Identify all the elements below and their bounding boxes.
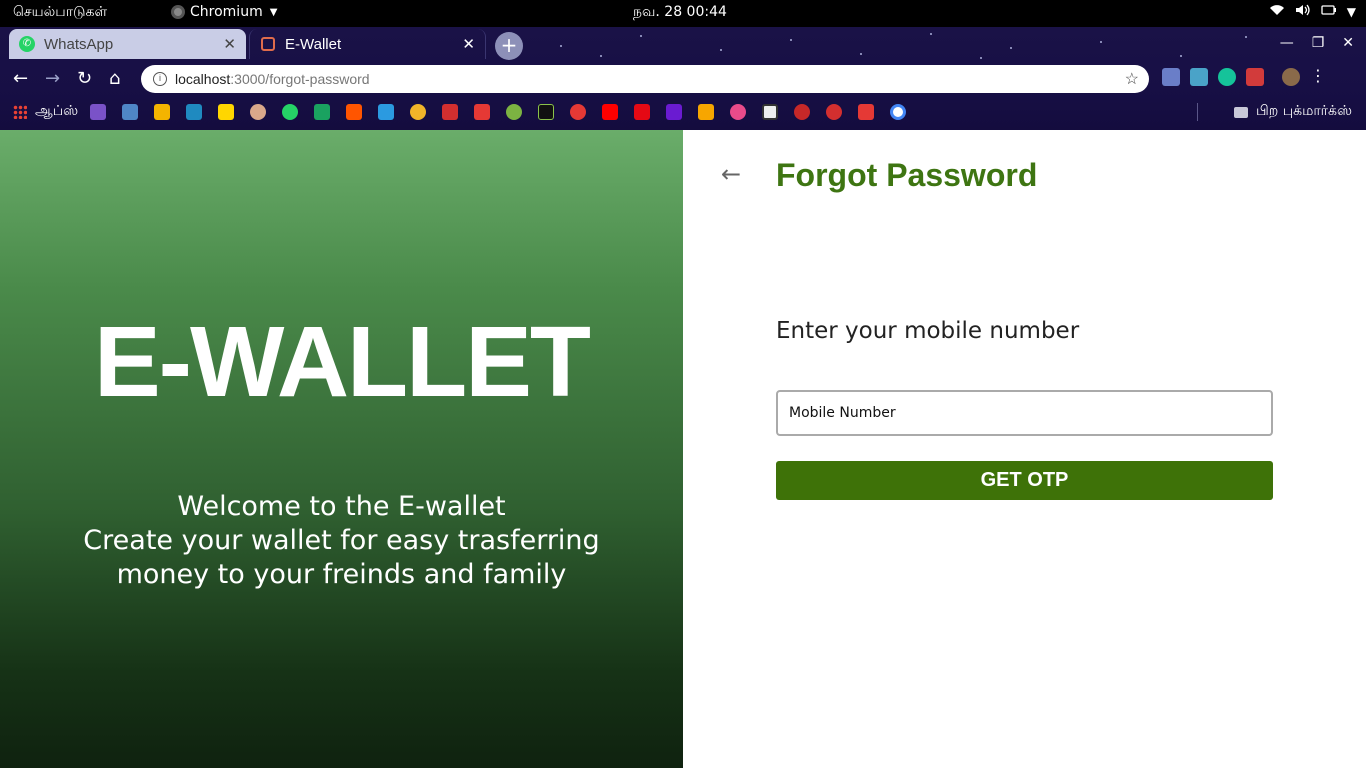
bookmark-icon[interactable]: [90, 104, 107, 120]
welcome-line: Create your wallet for easy trasferring: [83, 525, 600, 556]
youtube-icon[interactable]: [602, 104, 619, 120]
welcome-line: Welcome to the E-wallet: [177, 491, 506, 522]
bookmark-apps[interactable]: ஆப்ஸ்: [13, 103, 78, 121]
welcome-line: money to your freinds and family: [116, 559, 567, 590]
ewallet-favicon: [260, 36, 276, 52]
system-top-bar: செயல்பாடுகள் Chromium ▼ நவ. 28 00:44 ▼: [0, 0, 1366, 27]
profile-avatar[interactable]: [1282, 68, 1300, 86]
apps-label: ஆப்ஸ்: [35, 103, 79, 119]
wifi-icon: [1269, 4, 1285, 19]
volume-icon: [1295, 4, 1311, 19]
home-icon[interactable]: ⌂: [109, 68, 120, 89]
mobile-number-input[interactable]: [776, 390, 1273, 436]
soundcloud-icon[interactable]: [346, 104, 363, 120]
activities-button[interactable]: செயல்பாடுகள்: [13, 4, 107, 22]
tab-whatsapp[interactable]: ✆ WhatsApp ✕: [9, 29, 246, 59]
bookmark-icon[interactable]: [698, 104, 715, 120]
more-menu-icon[interactable]: ⋮: [1310, 68, 1326, 86]
voot-icon[interactable]: [666, 104, 683, 120]
tab-title: E-Wallet: [285, 35, 342, 53]
bookmark-icon[interactable]: [858, 104, 875, 120]
tab-strip: ✆ WhatsApp ✕ E-Wallet ✕ + — ❐ ✕: [0, 27, 1366, 61]
get-otp-button[interactable]: GET OTP: [776, 461, 1273, 500]
bookmark-icon[interactable]: [506, 104, 523, 120]
close-icon[interactable]: ✕: [462, 35, 475, 53]
clock[interactable]: நவ. 28 00:44: [633, 4, 727, 22]
close-icon[interactable]: ✕: [223, 35, 236, 53]
app-name: Chromium: [190, 4, 263, 20]
new-tab-button[interactable]: +: [495, 32, 523, 60]
bookmark-icon[interactable]: [538, 104, 555, 120]
bookmark-icon[interactable]: [122, 104, 139, 120]
reload-icon[interactable]: ↻: [77, 68, 92, 89]
hero-panel: E-WALLET Welcome to the E-wallet Create …: [0, 130, 683, 768]
folder-icon: [1233, 106, 1248, 118]
minimize-icon[interactable]: —: [1280, 35, 1294, 51]
extension-icon[interactable]: [1162, 68, 1180, 86]
grammarly-icon[interactable]: [1218, 68, 1236, 86]
address-bar[interactable]: i localhost:3000/forgot-password ☆: [141, 65, 1149, 93]
google-icon[interactable]: [890, 104, 907, 120]
app-menu[interactable]: Chromium ▼: [171, 4, 277, 20]
form-panel: ← Forgot Password Enter your mobile numb…: [683, 130, 1366, 768]
bookmark-icon[interactable]: [762, 104, 779, 120]
bookmark-icon[interactable]: [314, 104, 331, 120]
bookmark-star-icon[interactable]: ☆: [1125, 69, 1139, 89]
google-ads-icon[interactable]: [154, 104, 171, 120]
extensions-area: ⋮: [1162, 68, 1326, 86]
bookmark-icon[interactable]: [218, 104, 235, 120]
bookmark-icon[interactable]: [250, 104, 267, 120]
url-path: :3000/forgot-password: [230, 71, 370, 87]
browser-chrome: ✆ WhatsApp ✕ E-Wallet ✕ + — ❐ ✕ ← → ↻ ⌂ …: [0, 27, 1366, 130]
tab-title: WhatsApp: [44, 35, 114, 53]
chevron-down-icon: ▼: [1346, 4, 1356, 19]
mobile-prompt: Enter your mobile number: [776, 318, 1080, 344]
bookmark-icon[interactable]: [378, 104, 395, 120]
whatsapp-icon: ✆: [19, 36, 35, 52]
brand-title: E-WALLET: [93, 306, 591, 418]
extension-icon[interactable]: [1246, 68, 1264, 86]
welcome-text: Welcome to the E-wallet Create your wall…: [0, 490, 683, 592]
bing-icon[interactable]: [186, 104, 203, 120]
back-arrow-icon[interactable]: ←: [721, 160, 741, 188]
window-controls: — ❐ ✕: [1280, 35, 1354, 51]
chevron-down-icon: ▼: [269, 6, 278, 18]
forward-arrow-icon[interactable]: →: [45, 68, 60, 89]
bookmark-icon[interactable]: [474, 104, 491, 120]
close-window-icon[interactable]: ✕: [1342, 35, 1354, 51]
netflix-icon[interactable]: [634, 104, 651, 120]
page-viewport: E-WALLET Welcome to the E-wallet Create …: [0, 130, 1366, 768]
apps-grid-icon: [13, 105, 27, 119]
bookmark-icon[interactable]: [442, 104, 459, 120]
bookmarks-separator: [1197, 103, 1198, 121]
youtube-music-icon[interactable]: [570, 104, 587, 120]
other-bookmarks-label: பிற புக்மார்க்ஸ்: [1255, 103, 1352, 119]
back-arrow-icon[interactable]: ←: [13, 68, 28, 89]
bookmark-icon[interactable]: [730, 104, 747, 120]
battery-icon: [1321, 4, 1337, 19]
bookmarks-bar: ஆப்ஸ் பிற புக்மார்க்ஸ்: [0, 97, 1366, 127]
system-tray[interactable]: ▼: [1269, 4, 1356, 19]
bookmark-icon[interactable]: [410, 104, 427, 120]
maximize-icon[interactable]: ❐: [1312, 35, 1325, 51]
site-info-icon[interactable]: i: [153, 72, 167, 86]
browser-toolbar: ← → ↻ ⌂ i localhost:3000/forgot-password…: [0, 63, 1366, 95]
bookmark-icon[interactable]: [826, 104, 843, 120]
page-title: Forgot Password: [776, 157, 1038, 193]
whatsapp-icon[interactable]: [282, 104, 299, 120]
other-bookmarks[interactable]: பிற புக்மார்க்ஸ்: [1233, 103, 1352, 121]
tab-ewallet[interactable]: E-Wallet ✕: [249, 29, 486, 59]
bookmark-icon[interactable]: [794, 104, 811, 120]
extension-icon[interactable]: [1190, 68, 1208, 86]
chromium-icon: [171, 5, 185, 19]
url-host: localhost: [175, 71, 231, 87]
